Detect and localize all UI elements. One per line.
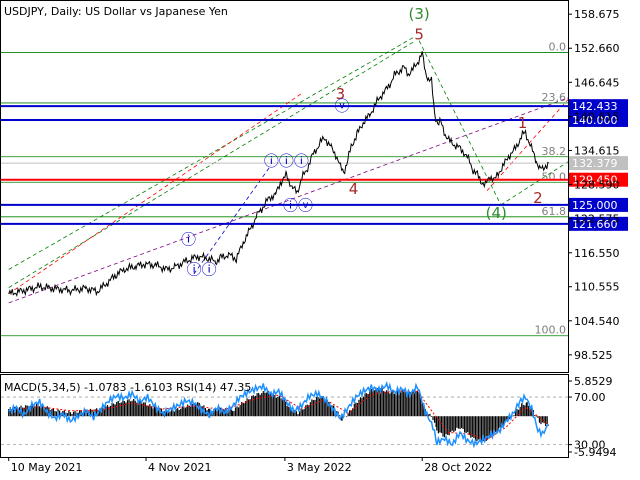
price-tick-label: 128.590 bbox=[574, 179, 620, 192]
price-tick-label: 116.550 bbox=[574, 247, 620, 260]
fib-level-label: 100.0 bbox=[535, 324, 567, 337]
price-tick-label: 110.555 bbox=[574, 281, 620, 294]
price-tick-label: 98.525 bbox=[574, 349, 613, 362]
main-plot-frame bbox=[0, 0, 569, 373]
fib-level-label: 23.6 bbox=[542, 91, 567, 104]
price-axis: 158.675 152.660 146.645 140.615 134.615 128.5… bbox=[568, 8, 620, 362]
fib-level-label: 61.8 bbox=[542, 205, 567, 218]
indicator-tick-label: -5.9494 bbox=[574, 446, 616, 459]
price-level-label: 125.000 bbox=[572, 199, 618, 212]
date-axis: 10 May 2021 4 Nov 2021 3 May 2022 28 Oct 20… bbox=[8, 457, 492, 474]
price-tick-label: 140.615 bbox=[574, 110, 620, 123]
price-chart: 0.023.638.250.061.8100.0 142.433140.0001… bbox=[0, 0, 628, 474]
price-tick-label: 158.675 bbox=[574, 8, 620, 21]
fib-level-label: 0.0 bbox=[549, 41, 567, 54]
indicator-tick-label: 70.00 bbox=[574, 391, 606, 404]
chart-title: USDJPY, Daily: US Dollar vs Japanese Yen bbox=[4, 5, 228, 18]
date-tick-label: 28 Oct 2022 bbox=[424, 461, 492, 474]
wave-label: ⓘⓘ bbox=[187, 261, 217, 279]
wave-label: 1 bbox=[518, 114, 528, 132]
wave-label: 4 bbox=[349, 180, 359, 198]
price-tick-label: 134.615 bbox=[574, 144, 620, 157]
wave-label: ⓘ bbox=[181, 231, 196, 249]
date-tick-label: 10 May 2021 bbox=[11, 461, 83, 474]
wave-label: (3) bbox=[408, 5, 429, 23]
date-tick-label: 3 May 2022 bbox=[287, 461, 352, 474]
wave-label: (4) bbox=[486, 204, 507, 222]
price-tick-label: 152.660 bbox=[574, 42, 620, 55]
price-level-label: 132.379 bbox=[572, 157, 618, 170]
wave-label: 5 bbox=[414, 26, 424, 44]
price-tick-label: 104.540 bbox=[574, 315, 620, 328]
wave-label: 2 bbox=[533, 189, 543, 207]
wave-label: ⓘⓥ bbox=[283, 197, 313, 215]
fib-level-label: 38.2 bbox=[542, 145, 567, 158]
date-tick-label: 4 Nov 2021 bbox=[148, 461, 211, 474]
indicator-label: MACD(5,34,5) -1.0783 -1.6103 RSI(14) 47.… bbox=[4, 381, 251, 394]
wave-label: ⓥ bbox=[334, 97, 349, 115]
price-tick-label: 122.575 bbox=[574, 213, 620, 226]
indicator-tick-label: 5.8529 bbox=[574, 375, 613, 388]
price-tick-label: 146.645 bbox=[574, 76, 620, 89]
wave-label: ⓘⓘⓘ bbox=[264, 152, 309, 170]
